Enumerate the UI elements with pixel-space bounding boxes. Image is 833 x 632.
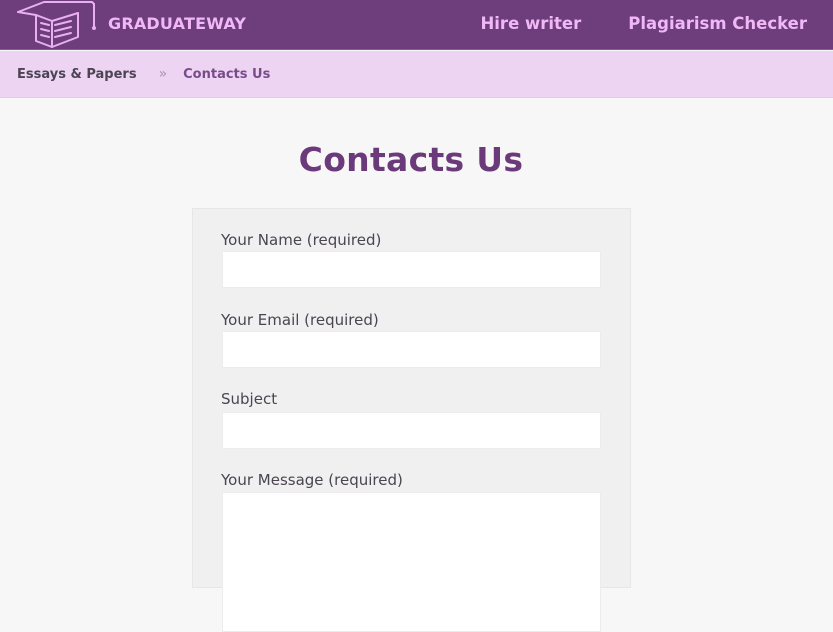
graduation-cap-icon: [16, 1, 98, 49]
breadcrumb-current: Contacts Us: [183, 66, 271, 82]
subject-input[interactable]: [222, 412, 601, 449]
message-textarea[interactable]: [222, 492, 601, 632]
main-nav: Hire writer Plagiarism Checker: [433, 0, 807, 46]
brand-name: GRADUATEWAY: [108, 13, 247, 33]
breadcrumb: Essays & Papers » Contacts Us: [0, 51, 833, 98]
site-header: GRADUATEWAY Hire writer Plagiarism Check…: [0, 0, 833, 50]
name-input[interactable]: [222, 251, 601, 288]
email-label: Your Email (required): [221, 311, 379, 329]
nav-hire-writer[interactable]: Hire writer: [480, 14, 581, 33]
message-label: Your Message (required): [221, 471, 403, 489]
email-input[interactable]: [222, 331, 601, 368]
nav-plagiarism-checker[interactable]: Plagiarism Checker: [628, 14, 807, 33]
subject-label: Subject: [221, 390, 278, 408]
breadcrumb-essays-papers[interactable]: Essays & Papers: [17, 67, 137, 82]
site-logo[interactable]: GRADUATEWAY: [16, 0, 246, 50]
page-title: Contacts Us: [298, 140, 524, 179]
contact-form: Your Name (required) Your Email (require…: [192, 208, 631, 632]
name-label: Your Name (required): [221, 231, 382, 249]
chevron-double-right-icon: »: [158, 66, 168, 82]
